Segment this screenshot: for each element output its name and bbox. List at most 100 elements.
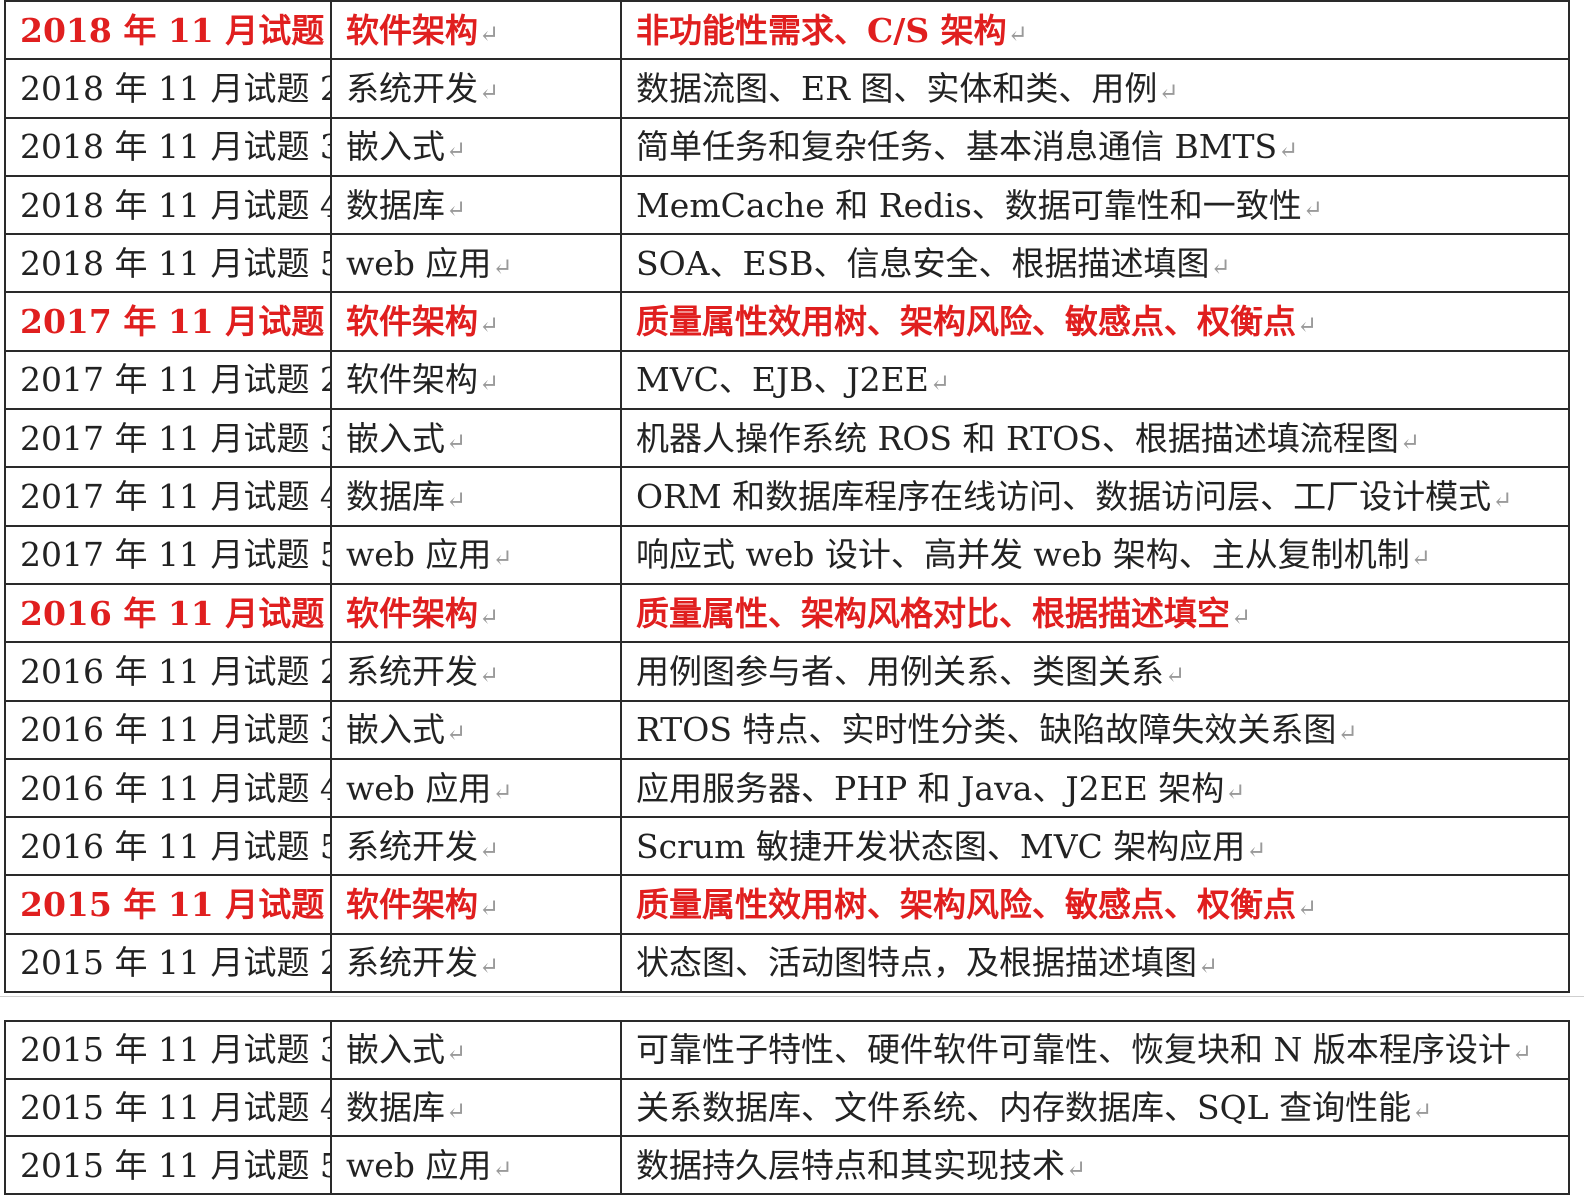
table-row: 2015 年 11 月试题 5↵web 应用↵数据持久层特点和其实现技术↵ [4,1135,1570,1196]
paragraph-mark-icon: ↵ [479,835,500,864]
exam-topics-table-part1: 2018 年 11 月试题 1↵软件架构↵非功能性需求、C/S 架构↵2018 … [4,0,1570,994]
paragraph-mark-icon: ↵ [479,602,500,631]
cell-category: 嵌入式↵ [330,699,622,760]
cell-topics: MVC、EJB、J2EE↵ [620,349,1570,411]
paragraph-mark-icon: ↵ [479,660,500,689]
paragraph-mark-icon: ↵ [1066,1154,1087,1183]
cell-exam: 2015 年 11 月试题 2↵ [4,932,332,994]
category-text: 系统开发 [346,826,478,866]
topics-text: 机器人操作系统 ROS 和 RTOS、根据描述填流程图 [636,418,1399,458]
table-row: 2016 年 11 月试题 2↵系统开发↵用例图参与者、用例关系、类图关系↵ [4,641,1570,702]
paragraph-mark-icon: ↵ [446,719,467,748]
paragraph-mark-icon: ↵ [1412,1097,1433,1126]
category-text: web 应用 [346,1145,492,1185]
paragraph-mark-icon: ↵ [446,486,467,515]
cell-exam: 2018 年 11 月试题 4↵ [4,174,332,236]
table-row: 2018 年 11 月试题 4↵数据库↵MemCache 和 Redis、数据可… [4,174,1570,236]
paragraph-mark-icon: ↵ [1225,777,1246,806]
paragraph-mark-icon: ↵ [1165,660,1186,689]
topics-text: 响应式 web 设计、高并发 web 架构、主从复制机制 [636,535,1410,575]
table-row: 2015 年 11 月试题 2↵系统开发↵状态图、活动图特点，及根据描述填图↵ [4,932,1570,994]
exam-topics-table-part2: 2015 年 11 月试题 3↵嵌入式↵可靠性子特性、硬件软件可靠性、恢复块和 … [4,1020,1570,1196]
category-text: 数据库 [346,477,445,517]
cell-topics: MemCache 和 Redis、数据可靠性和一致性↵ [620,174,1570,236]
exam-text: 2018 年 11 月试题 1 [20,10,331,50]
cell-category: 嵌入式↵ [330,408,622,469]
paragraph-mark-icon: ↵ [929,369,950,398]
cell-topics: 非功能性需求、C/S 架构↵ [620,0,1570,61]
cell-category: web 应用↵ [330,233,622,294]
cell-exam: 2018 年 11 月试题 5↵ [4,233,332,294]
paragraph-mark-icon: ↵ [446,194,467,223]
cell-topics: SOA、ESB、信息安全、根据描述填图↵ [620,233,1570,294]
table-body: 2015 年 11 月试题 3↵嵌入式↵可靠性子特性、硬件软件可靠性、恢复块和 … [4,1020,1570,1196]
category-text: 嵌入式 [346,710,445,750]
cell-exam: 2016 年 11 月试题 3↵ [4,699,332,760]
paragraph-mark-icon: ↵ [1246,835,1267,864]
cell-exam: 2018 年 11 月试题 3↵ [4,116,332,177]
table-row: 2018 年 11 月试题 1↵软件架构↵非功能性需求、C/S 架构↵ [4,0,1570,61]
cell-exam: 2017 年 11 月试题 5↵ [4,524,332,585]
cell-topics: Scrum 敏捷开发状态图、MVC 架构应用↵ [620,816,1570,877]
cell-category: 数据库↵ [330,174,622,236]
cell-exam: 2017 年 11 月试题 2↵ [4,349,332,411]
paragraph-mark-icon: ↵ [479,19,500,48]
cell-topics: 可靠性子特性、硬件软件可靠性、恢复块和 N 版本程序设计↵ [620,1020,1570,1080]
cell-topics: 应用服务器、PHP 和 Java、J2EE 架构↵ [620,757,1570,819]
exam-text: 2018 年 11 月试题 4 [20,185,331,225]
topics-text: 可靠性子特性、硬件软件可靠性、恢复块和 N 版本程序设计 [636,1030,1511,1070]
paragraph-mark-icon: ↵ [1337,719,1358,748]
category-text: 软件架构 [346,302,478,342]
paragraph-mark-icon: ↵ [1210,252,1231,281]
topics-text: RTOS 特点、实时性分类、缺陷故障失效关系图 [636,710,1337,750]
topics-text: MemCache 和 Redis、数据可靠性和一致性 [636,185,1302,225]
cell-topics: 简单任务和复杂任务、基本消息通信 BMTS↵ [620,116,1570,177]
category-text: web 应用 [346,535,492,575]
table-row: 2016 年 11 月试题 5↵系统开发↵Scrum 敏捷开发状态图、MVC 架… [4,816,1570,877]
table-row: 2015 年 11 月试题 1↵软件架构↵质量属性效用树、架构风险、敏感点、权衡… [4,874,1570,935]
category-text: 嵌入式 [346,1030,445,1070]
cell-topics: 数据流图、ER 图、实体和类、用例↵ [620,58,1570,119]
cell-exam: 2015 年 11 月试题 1↵ [4,874,332,935]
topics-text: 用例图参与者、用例关系、类图关系 [636,651,1164,691]
cell-exam: 2015 年 11 月试题 4↵ [4,1077,332,1138]
table-row: 2017 年 11 月试题 2↵软件架构↵MVC、EJB、J2EE↵ [4,349,1570,411]
paragraph-mark-icon: ↵ [492,1154,513,1183]
cell-topics: 状态图、活动图特点，及根据描述填图↵ [620,932,1570,994]
paragraph-mark-icon: ↵ [446,1039,467,1068]
cell-category: web 应用↵ [330,1135,622,1196]
cell-topics: 数据持久层特点和其实现技术↵ [620,1135,1570,1196]
cell-category: 软件架构↵ [330,874,622,935]
category-text: 系统开发 [346,943,478,983]
cell-category: 嵌入式↵ [330,1020,622,1080]
exam-text: 2015 年 11 月试题 2 [20,943,331,983]
cell-topics: 用例图参与者、用例关系、类图关系↵ [620,641,1570,702]
table-row: 2015 年 11 月试题 4↵数据库↵关系数据库、文件系统、内存数据库、SQL… [4,1077,1570,1138]
cell-category: 系统开发↵ [330,641,622,702]
paragraph-mark-icon: ↵ [1007,19,1028,48]
exam-text: 2016 年 11 月试题 5 [20,826,331,866]
cell-topics: 响应式 web 设计、高并发 web 架构、主从复制机制↵ [620,524,1570,585]
table-row: 2015 年 11 月试题 3↵嵌入式↵可靠性子特性、硬件软件可靠性、恢复块和 … [4,1020,1570,1080]
paragraph-mark-icon: ↵ [479,369,500,398]
cell-category: 系统开发↵ [330,816,622,877]
paragraph-mark-icon: ↵ [1511,1039,1532,1068]
cell-topics: 机器人操作系统 ROS 和 RTOS、根据描述填流程图↵ [620,408,1570,469]
exam-text: 2016 年 11 月试题 3 [20,710,331,750]
paragraph-mark-icon: ↵ [1302,194,1323,223]
paragraph-mark-icon: ↵ [479,894,500,923]
cell-category: 数据库↵ [330,466,622,527]
exam-text: 2016 年 11 月试题 4 [20,768,331,808]
exam-text: 2015 年 11 月试题 1 [20,885,331,925]
cell-exam: 2015 年 11 月试题 3↵ [4,1020,332,1080]
category-text: 系统开发 [346,651,478,691]
page-break-gap [0,996,1584,1021]
cell-category: 软件架构↵ [330,291,622,352]
category-text: 软件架构 [346,593,478,633]
exam-text: 2017 年 11 月试题 4 [20,477,331,517]
topics-text: 应用服务器、PHP 和 Java、J2EE 架构 [636,768,1225,808]
topics-text: 状态图、活动图特点，及根据描述填图 [636,943,1197,983]
paragraph-mark-icon: ↵ [446,1097,467,1126]
document-page: 2018 年 11 月试题 1↵软件架构↵非功能性需求、C/S 架构↵2018 … [0,0,1584,1199]
table-row: 2018 年 11 月试题 5↵web 应用↵SOA、ESB、信息安全、根据描述… [4,233,1570,294]
